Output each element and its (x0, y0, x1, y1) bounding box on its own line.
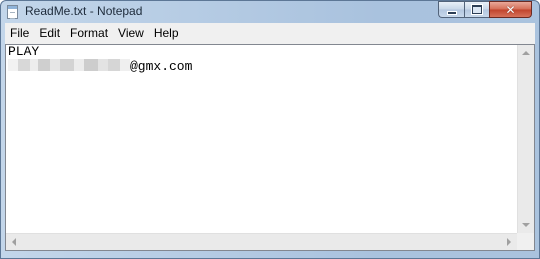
maximize-button[interactable] (464, 1, 489, 18)
window-bottom-edge (1, 251, 539, 259)
menu-edit[interactable]: Edit (34, 24, 65, 43)
scroll-down-arrow-icon[interactable] (522, 223, 530, 227)
notepad-window: ReadMe.txt - Notepad ✕ File Edit Format … (0, 0, 540, 259)
notepad-icon[interactable] (7, 5, 18, 19)
scroll-left-arrow-icon[interactable] (12, 238, 16, 246)
text-content[interactable]: PLAY @gmx.com (7, 45, 517, 233)
menu-help[interactable]: Help (149, 24, 184, 43)
maximize-icon (471, 4, 483, 15)
scroll-right-arrow-icon[interactable] (507, 238, 511, 246)
menu-bar: File Edit Format View Help (5, 23, 535, 45)
scrollbar-corner (517, 233, 534, 250)
menu-file[interactable]: File (5, 24, 34, 43)
text-line: @gmx.com (7, 59, 517, 73)
horizontal-scrollbar[interactable] (6, 233, 517, 250)
text-editor[interactable]: PLAY @gmx.com (5, 44, 535, 251)
minimize-button[interactable] (438, 1, 464, 18)
close-button[interactable]: ✕ (489, 1, 532, 18)
window-title: ReadMe.txt - Notepad (25, 4, 143, 18)
menu-view[interactable]: View (113, 24, 149, 43)
minimize-icon (446, 10, 457, 15)
menu-format[interactable]: Format (65, 24, 113, 43)
line-text: PLAY (8, 44, 40, 59)
text-line: PLAY (7, 45, 517, 59)
close-icon: ✕ (505, 2, 516, 17)
redacted-email-username (8, 59, 130, 71)
window-controls: ✕ (438, 1, 532, 20)
vertical-scrollbar[interactable] (517, 45, 534, 233)
scroll-up-arrow-icon[interactable] (522, 51, 530, 55)
line-text: @gmx.com (130, 59, 193, 74)
title-bar[interactable]: ReadMe.txt - Notepad ✕ (1, 1, 539, 23)
